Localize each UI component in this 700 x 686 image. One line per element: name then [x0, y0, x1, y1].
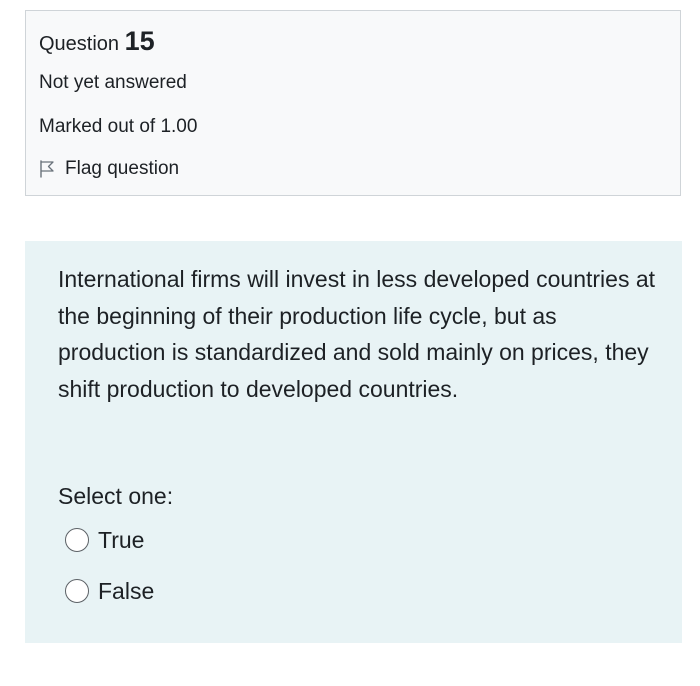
flag-question-link[interactable]: Flag question	[39, 156, 179, 182]
question-formulation: International firms will invest in less …	[25, 241, 682, 643]
radio-true[interactable]	[65, 528, 89, 552]
question-title: Question 15	[39, 27, 155, 58]
question-info-panel: Question 15 Not yet answered Marked out …	[25, 10, 681, 196]
question-state: Not yet answered	[39, 72, 187, 93]
question-grade: Marked out of 1.00	[39, 116, 198, 137]
answer-label-false: False	[98, 578, 155, 604]
flag-question-label: Flag question	[65, 158, 180, 179]
radio-false[interactable]	[65, 579, 89, 603]
flag-outline-icon	[40, 160, 54, 178]
question-label: Question	[39, 33, 120, 55]
answer-prompt: Select one:	[58, 483, 174, 509]
question-number: 15	[124, 26, 155, 56]
answer-option-false[interactable]: False	[65, 575, 154, 607]
answer-option-true[interactable]: True	[65, 524, 144, 556]
question-text: International firms will invest in less …	[58, 266, 656, 402]
answer-label-true: True	[98, 527, 145, 553]
